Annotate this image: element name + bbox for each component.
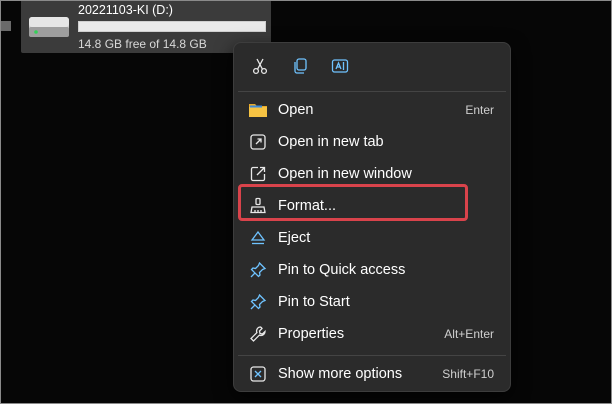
menu-separator: [238, 355, 506, 356]
pin-icon: [247, 259, 269, 281]
menu-item-label: Pin to Start: [278, 294, 350, 310]
menu-separator: [238, 91, 506, 92]
menu-item-label: Eject: [278, 230, 311, 246]
format-icon: [247, 195, 269, 217]
wrench-icon: [247, 323, 269, 345]
drive-free-space: 14.8 GB free of 14.8 GB: [78, 37, 207, 51]
menu-item-label: Open: [278, 102, 314, 118]
scissors-icon: [251, 57, 269, 79]
menu-item-label: Open in new window: [278, 166, 412, 182]
menu-item-open[interactable]: Open Enter: [238, 95, 506, 125]
menu-item-open-new-window[interactable]: Open in new window: [238, 159, 506, 189]
cut-button[interactable]: [244, 53, 276, 83]
menu-item-format[interactable]: Format...: [238, 191, 506, 221]
menu-item-shortcut: Alt+Enter: [444, 327, 494, 341]
rename-icon: [331, 57, 349, 79]
rename-button[interactable]: [324, 53, 356, 83]
menu-item-eject[interactable]: Eject: [238, 223, 506, 253]
menu-item-pin-quick-access[interactable]: Pin to Quick access: [238, 255, 506, 285]
new-window-icon: [247, 163, 269, 185]
menu-item-shortcut: Shift+F10: [442, 367, 494, 381]
menu-item-pin-start[interactable]: Pin to Start: [238, 287, 506, 317]
left-edge-fragment: [1, 21, 11, 31]
menu-item-label: Pin to Quick access: [278, 262, 406, 278]
drive-usage-bar: [78, 21, 266, 32]
copy-icon: [291, 57, 309, 79]
menu-item-show-more-options[interactable]: Show more options Shift+F10: [238, 359, 506, 389]
screen: 20221103-KI (D:) 14.8 GB free of 14.8 GB: [0, 0, 612, 404]
folder-icon: [247, 99, 269, 121]
menu-item-label: Properties: [278, 326, 345, 342]
new-tab-icon: [247, 131, 269, 153]
pin-icon: [247, 291, 269, 313]
more-options-icon: [247, 363, 269, 385]
menu-item-label: Open in new tab: [278, 134, 384, 150]
copy-button[interactable]: [284, 53, 316, 83]
quick-actions: [244, 53, 356, 83]
menu-item-label: Show more options: [278, 366, 403, 382]
menu-item-properties[interactable]: Properties Alt+Enter: [238, 319, 506, 349]
context-menu: Open Enter Open in new tab Open in new w…: [233, 42, 511, 392]
eject-icon: [247, 227, 269, 249]
menu-item-label: Format...: [278, 198, 337, 214]
menu-item-open-new-tab[interactable]: Open in new tab: [238, 127, 506, 157]
menu-item-shortcut: Enter: [465, 103, 494, 117]
hard-drive-icon: [27, 13, 71, 41]
drive-name: 20221103-KI (D:): [78, 3, 173, 17]
